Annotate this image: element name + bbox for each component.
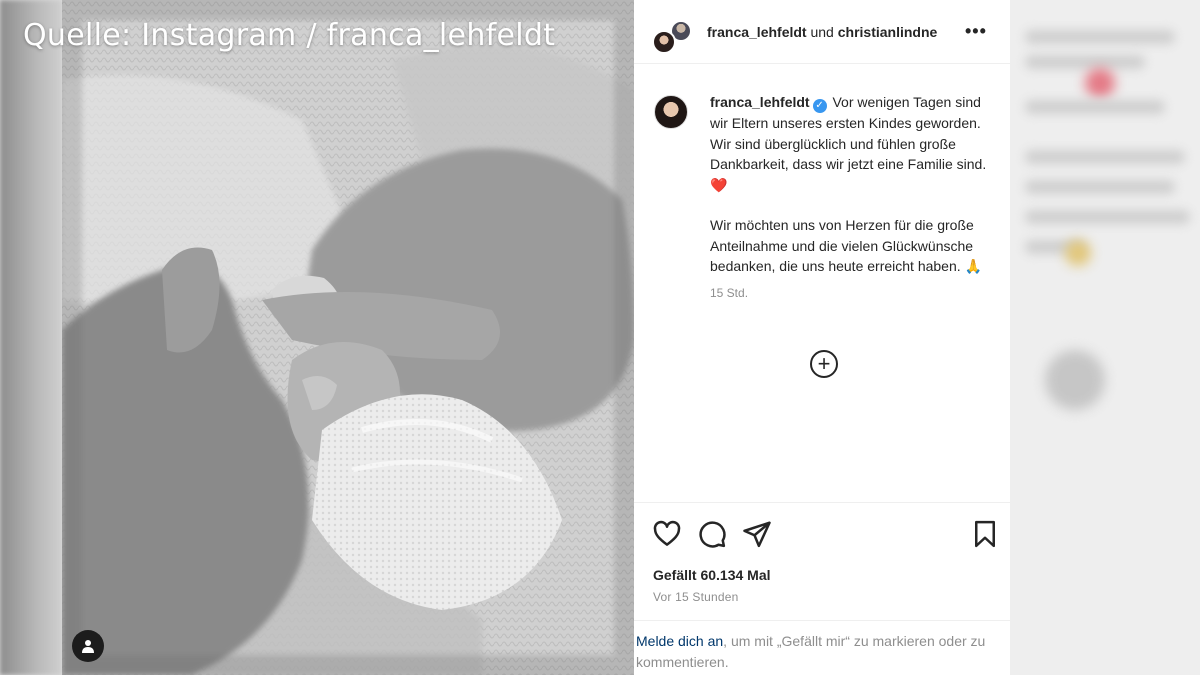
comment-icon[interactable] [697, 519, 727, 549]
caption-username[interactable]: franca_lehfeldt [710, 94, 810, 110]
post-header: franca_lehfeldt und christianlindne ••• [634, 0, 1010, 64]
post-photo [62, 0, 634, 675]
caption-paragraph-2: Wir möchten uns von Herzen für die große… [710, 217, 974, 274]
instagram-post-panel: franca_lehfeldt und christianlindne ••• … [634, 0, 1010, 675]
photo-hands-illustration [62, 0, 634, 675]
user-tag-icon [82, 640, 94, 653]
user-tag-button[interactable] [72, 630, 104, 662]
action-bar [634, 502, 1010, 560]
blurred-background-left [0, 0, 62, 675]
caption-paragraph-2-block: Wir möchten uns von Herzen für die große… [710, 215, 994, 277]
post-timestamp[interactable]: Vor 15 Stunden [653, 590, 739, 604]
more-options-icon[interactable]: ••• [965, 21, 987, 42]
source-caption: Quelle: Instagram / franca_lehfeldt [23, 18, 556, 53]
caption-row: franca_lehfeldt ✓ Vor wenigen Tagen sind … [634, 64, 1010, 303]
bookmark-icon[interactable] [970, 519, 1000, 549]
caption-timestamp[interactable]: 15 Std. [710, 283, 994, 304]
pray-emoji: 🙏 [964, 258, 982, 274]
author-link[interactable]: franca_lehfeldt [707, 24, 807, 40]
heart-icon[interactable] [652, 519, 682, 549]
like-count[interactable]: Gefällt 60.134 Mal [653, 567, 771, 583]
verified-badge-icon: ✓ [812, 99, 827, 113]
caption-avatar[interactable] [654, 95, 688, 129]
avatar-author [652, 29, 676, 54]
share-icon[interactable] [742, 519, 772, 549]
login-prompt: Melde dich an, um mit „Gefällt mir“ zu m… [634, 620, 1010, 675]
add-circle-icon[interactable]: + [810, 350, 838, 378]
collab-avatars[interactable] [652, 12, 692, 54]
heart-emoji: ❤️ [710, 176, 728, 193]
blurred-background-right [1010, 0, 1200, 675]
coauthor-link[interactable]: christianlindne [838, 24, 938, 40]
login-link[interactable]: Melde dich an [636, 633, 723, 649]
caption-text: franca_lehfeldt ✓ Vor wenigen Tagen sind … [710, 92, 994, 303]
post-authors: franca_lehfeldt und christianlindne [707, 24, 959, 40]
authors-joiner: und [810, 23, 834, 40]
